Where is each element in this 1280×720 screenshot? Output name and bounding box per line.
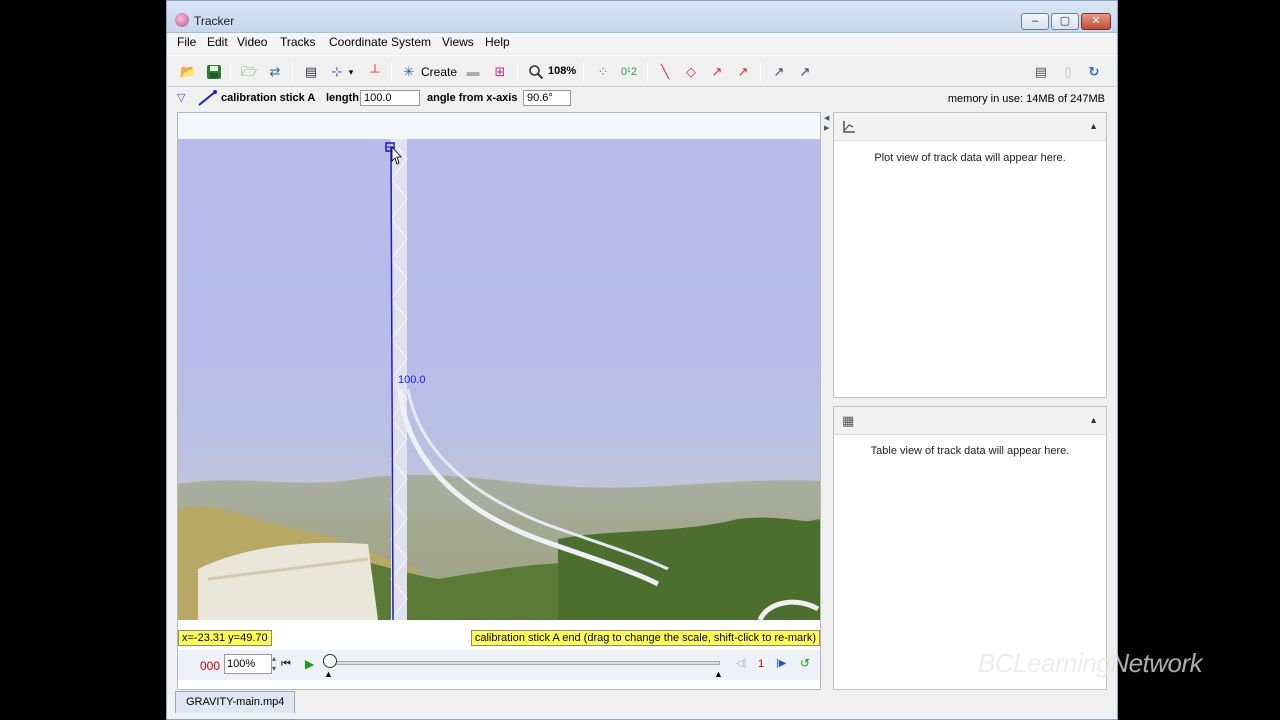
menu-bar: File Edit Video Tracks Coordinate System…	[167, 33, 1117, 53]
frame-slider-track[interactable]	[330, 661, 720, 665]
maximize-button[interactable]: ▢	[1051, 13, 1079, 30]
menu-file[interactable]: File	[177, 35, 196, 49]
minimize-button[interactable]: –	[1021, 13, 1049, 30]
splitter-left-arrow-icon[interactable]: ◀	[824, 114, 829, 122]
open-video-icon[interactable]: 🗁	[241, 64, 257, 80]
end-marker-icon[interactable]: ▲	[714, 669, 723, 679]
clip-settings-icon[interactable]: ▤	[303, 64, 319, 80]
points-icon[interactable]: ⁘	[595, 64, 611, 80]
open-folder-icon[interactable]: 📂	[180, 64, 196, 80]
plot-placeholder: Plot view of track data will appear here…	[874, 152, 1066, 164]
window-title: Tracker	[194, 14, 235, 28]
tracker-app-icon	[175, 13, 189, 27]
create-button[interactable]: Create	[421, 65, 457, 79]
angle-field[interactable]: 90.6°	[523, 90, 571, 106]
vector-sum-icon[interactable]: ↗	[771, 64, 787, 80]
length-label: length	[326, 92, 359, 104]
track-name[interactable]: calibration stick A	[221, 92, 315, 104]
start-marker-icon[interactable]: ▲	[324, 669, 333, 679]
video-panel: 100.0 x=-23.31 y=49.70 calibration stick…	[177, 112, 821, 690]
create-track-icon[interactable]: ✳	[401, 64, 417, 80]
angle-label: angle from x-axis	[427, 92, 518, 104]
memory-status: memory in use: 14MB of 247MB	[947, 93, 1105, 105]
step-size[interactable]: 1	[758, 658, 764, 670]
desktop-background	[0, 0, 166, 720]
menu-tracks[interactable]: Tracks	[280, 35, 316, 49]
plot-collapse-icon[interactable]: ▲	[1089, 121, 1098, 131]
center-of-mass-icon[interactable]: ↗	[797, 64, 813, 80]
frame-number[interactable]: 000	[200, 659, 220, 673]
stick-length-label: 100.0	[398, 374, 426, 386]
menu-coordinate-system[interactable]: Coordinate System	[329, 35, 431, 49]
axes-icon[interactable]: ┴	[367, 64, 383, 80]
refresh-icon[interactable]: ↻	[1086, 64, 1102, 80]
menu-help[interactable]: Help	[485, 35, 510, 49]
rate-spinner-icon[interactable]: ▴ ▾	[272, 654, 276, 674]
mark-pattern-icon[interactable]: ⊞	[492, 64, 508, 80]
acceleration-icon[interactable]: ↗	[735, 64, 751, 80]
table-collapse-icon[interactable]: ▲	[1089, 415, 1098, 425]
title-bar: Tracker – ▢ ✕	[167, 1, 1117, 33]
track-control-bar: ▽ calibration stick A length 100.0 angle…	[167, 87, 1117, 111]
video-file-tab[interactable]: GRAVITY-main.mp4	[175, 691, 296, 713]
splitter-right-arrow-icon[interactable]: ▶	[824, 124, 829, 132]
save-icon[interactable]	[206, 64, 222, 80]
loop-icon[interactable]: ↺	[800, 656, 810, 670]
labels-icon[interactable]: 0¹2	[621, 64, 637, 80]
trails-icon[interactable]: ▬	[465, 64, 481, 80]
plot-panel: ▲ Plot view of track data will appear he…	[833, 112, 1107, 398]
tower-scene	[178, 139, 820, 620]
triangle-down-icon[interactable]: ▽	[177, 91, 185, 104]
length-field[interactable]: 100.0	[360, 90, 420, 106]
zoom-icon[interactable]	[528, 64, 544, 80]
video-frame[interactable]: 100.0	[178, 139, 820, 620]
frame-slider-knob[interactable]	[323, 654, 337, 668]
menu-video[interactable]: Video	[237, 35, 267, 49]
properties-icon[interactable]: ▯	[1060, 64, 1076, 80]
calibration-stick-icon[interactable]	[197, 89, 219, 110]
close-button[interactable]: ✕	[1081, 13, 1111, 30]
hint-message: calibration stick A end (drag to change …	[470, 630, 820, 646]
coordinates-readout: x=-23.31 y=49.70	[178, 630, 272, 646]
step-forward-icon[interactable]: |▶	[776, 658, 786, 669]
video-filters-icon[interactable]: ⇄	[267, 64, 283, 80]
zoom-level[interactable]: 108%	[548, 65, 576, 77]
position-icon[interactable]: ◇	[683, 64, 699, 80]
go-to-start-icon[interactable]: ⏮	[281, 658, 291, 671]
desktop-background-right	[1118, 0, 1280, 720]
splitter[interactable]: ◀ ▶	[823, 112, 831, 690]
path-icon[interactable]: ╲	[657, 64, 673, 80]
table-icon[interactable]: ▦	[842, 413, 854, 429]
chevron-down-icon[interactable]: ▾	[343, 64, 359, 80]
tracker-window: Tracker – ▢ ✕ File Edit Video Tracks Coo…	[166, 0, 1118, 720]
menu-views[interactable]: Views	[442, 35, 474, 49]
watermark: BCLearningNetwork	[978, 648, 1203, 678]
menu-edit[interactable]: Edit	[207, 35, 228, 49]
step-back-icon[interactable]: ◁|	[736, 658, 746, 669]
table-placeholder: Table view of track data will appear her…	[870, 445, 1070, 457]
video-player-bar: 000 100% ▴ ▾ ⏮ ▶ ▲ ▲ ◁| 1 |▶ ↺	[178, 650, 820, 680]
plot-icon[interactable]	[842, 120, 856, 137]
main-toolbar: 📂 🗁 ⇄ ▤ ⊹ ▾ ┴ ✳ Create ▬ ⊞ 108% ⁘ 0¹2 ╲ …	[167, 55, 1117, 87]
velocity-icon[interactable]: ↗	[709, 64, 725, 80]
notes-icon[interactable]: ▤	[1033, 64, 1049, 80]
playback-rate-field[interactable]: 100%	[224, 654, 272, 674]
play-icon[interactable]: ▶	[305, 657, 314, 671]
